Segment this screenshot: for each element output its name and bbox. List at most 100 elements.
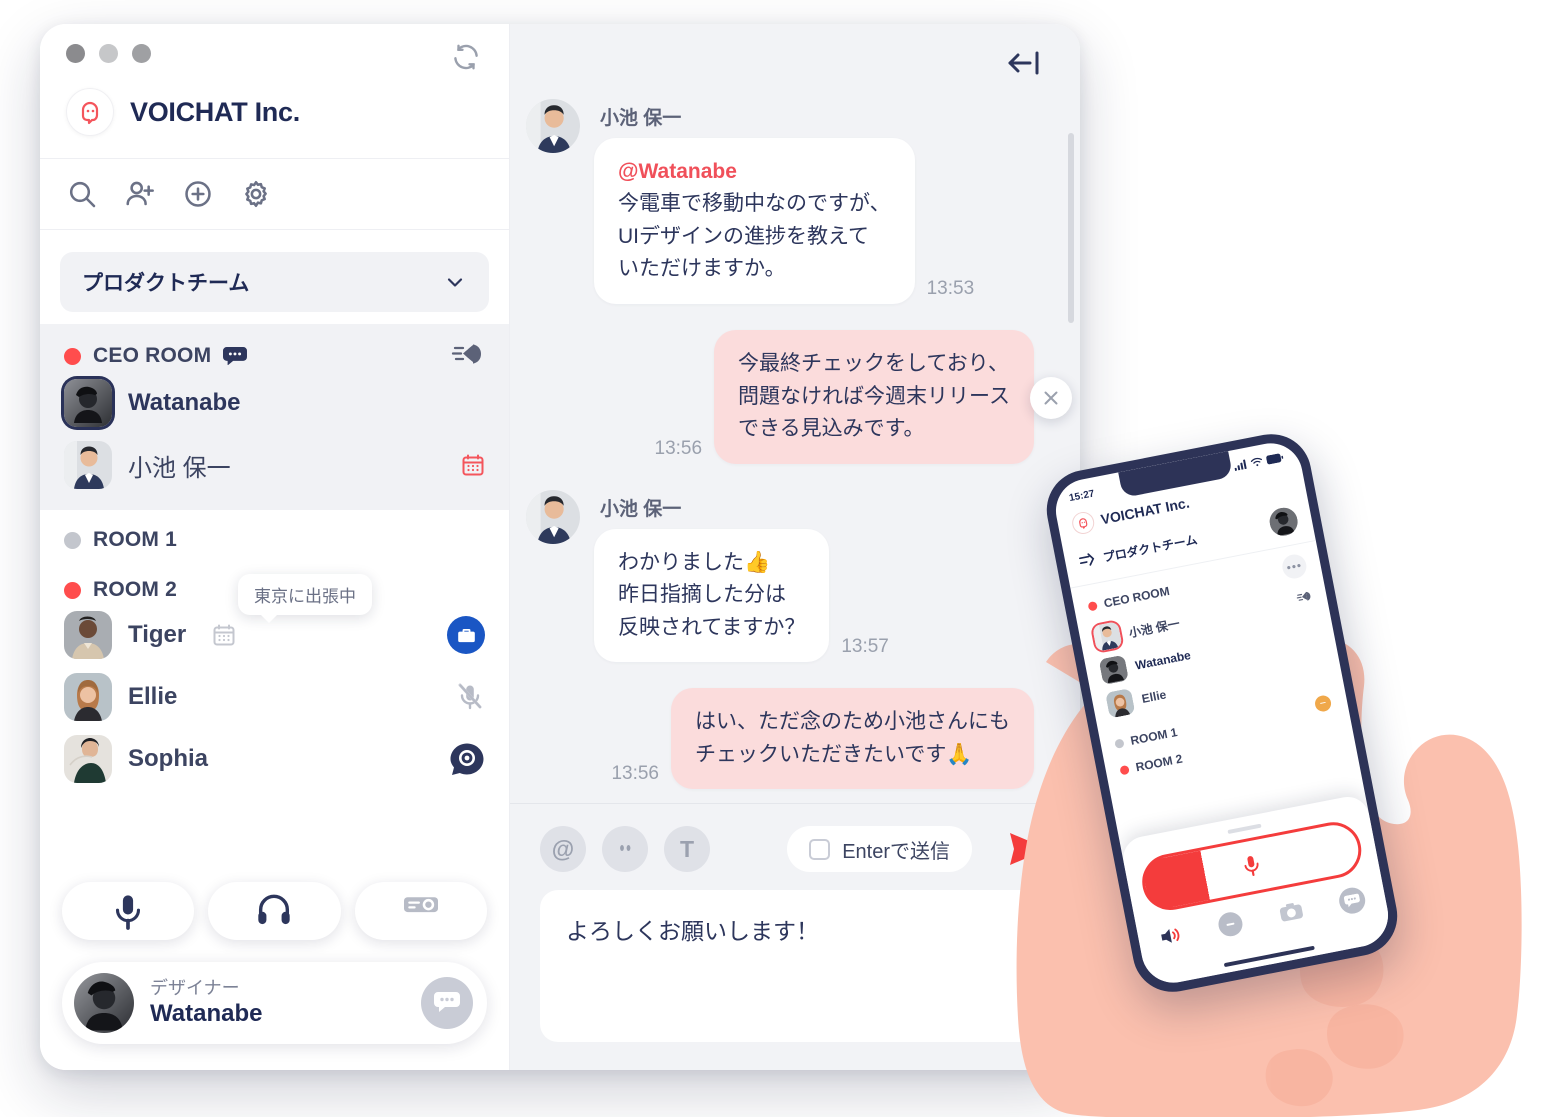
room-ceo-room[interactable]: CEO ROOM Watanabe 小池 保一 (40, 324, 509, 510)
member-sophia[interactable]: Sophia (60, 728, 489, 790)
headphone-button[interactable] (208, 882, 341, 940)
member-koike[interactable]: 小池 保一 (60, 434, 489, 496)
phone-team-name: プロダクトチーム (1101, 532, 1199, 565)
message-bubble: はい、ただ念のため小池さんにも チェックいただきたいです🙏 (671, 688, 1034, 790)
phone-room-name: ROOM 2 (1134, 751, 1184, 775)
message-row: 13:56 今最終チェックをしており、 問題なければ今週末リリース できる見込み… (526, 329, 1034, 464)
room-room-1[interactable]: ROOM 1 (40, 510, 509, 568)
message-sender: 小池 保一 (600, 498, 682, 520)
call-controls (40, 872, 509, 940)
mic-off-icon[interactable] (455, 681, 485, 713)
search-icon[interactable] (66, 178, 98, 210)
microphone-icon (111, 894, 145, 930)
room-header[interactable]: CEO ROOM (60, 336, 489, 372)
screenshare-button[interactable] (354, 882, 487, 940)
current-user-profile-card[interactable]: デザイナー Watanabe (62, 962, 487, 1044)
enter-to-send-label: Enterで送信 (842, 840, 950, 863)
emoji-button[interactable] (602, 826, 648, 872)
calendar-icon[interactable] (461, 453, 485, 477)
desktop-app-window: VOICHAT Inc. プロダクトチーム CEO ROOM Watanabe … (40, 24, 1080, 1070)
screenshot-stage: VOICHAT Inc. プロダクトチーム CEO ROOM Watanabe … (0, 0, 1545, 1117)
composer-toolbar: @ T Enterで送信 (540, 826, 1050, 872)
phone-user-avatar[interactable] (1267, 505, 1301, 539)
message-bubble: 今最終チェックをしており、 問題なければ今週末リリース できる見込みです。 (714, 329, 1034, 464)
microphone-icon (1240, 853, 1264, 878)
status-tooltip: 東京に出張中 (238, 574, 372, 623)
close-icon[interactable] (1030, 376, 1072, 419)
message-composer: @ T Enterで送信 よろしくお願いします！ (510, 803, 1080, 1070)
member-tiger[interactable]: 東京に出張中 Tiger (60, 574, 489, 666)
speaker-broadcast-icon (1295, 590, 1313, 607)
phone-member-name: 小池 保一 (1127, 616, 1181, 640)
phone-room-status-dot (1087, 600, 1098, 611)
calendar-icon[interactable] (212, 623, 236, 647)
mute-minus-icon[interactable] (1216, 910, 1245, 939)
voichat-logo-icon (66, 88, 114, 136)
record-camera-icon[interactable] (449, 742, 485, 776)
hand-holding-phone-illustration: 15:27 VOICHAT Inc. プロダクトチーム CEO ROOM •••… (1000, 427, 1545, 1117)
wifi-icon (1250, 456, 1264, 468)
message-sender: 小池 保一 (600, 107, 682, 129)
phone-member-name: Watanabe (1134, 648, 1192, 673)
traffic-light-minimize[interactable] (99, 43, 118, 63)
profile-role: デザイナー (150, 978, 240, 999)
profile-chat-button[interactable] (421, 977, 473, 1029)
team-selector[interactable]: プロダクトチーム (60, 252, 489, 312)
camera-icon[interactable] (1277, 898, 1305, 926)
member-status (455, 681, 485, 713)
room-header[interactable]: ROOM 1 (60, 522, 489, 554)
chat-dots-icon[interactable] (1336, 885, 1368, 916)
avatar (64, 735, 112, 783)
speaker-on-icon[interactable] (1157, 922, 1185, 950)
member-name: 小池 保一 (128, 454, 231, 482)
phone-room-status-dot (1114, 737, 1125, 749)
member-status (461, 453, 485, 477)
message-row: 小池 保一 @Watanabe 今電車で移動中なのですが、 UIデザインの進捗を教… (526, 98, 1034, 304)
message-time: 13:56 (611, 763, 659, 785)
mention-text[interactable]: @Watanabe (618, 156, 891, 189)
traffic-lights (66, 43, 151, 63)
projector-icon (403, 894, 438, 928)
avatar (74, 973, 134, 1033)
phone-brand-name: VOICHAT Inc. (1099, 494, 1191, 528)
enter-to-send-toggle[interactable]: Enterで送信 (787, 826, 972, 872)
chat-panel: 小池 保一 @Watanabe 今電車で移動中なのですが、 UIデザインの進捗を教… (510, 24, 1080, 1070)
profile-name: Watanabe (150, 999, 263, 1027)
room-status-dot (64, 531, 81, 549)
room-room-2[interactable]: ROOM 2 東京に出張中 Tiger Ellie Sophia (40, 568, 509, 804)
message-input[interactable]: よろしくお願いします！ (540, 890, 1050, 1042)
phone-room-badge[interactable]: − (1313, 694, 1333, 713)
message-time: 13:57 (841, 636, 889, 658)
message-row: 13:56 はい、ただ念のため小池さんにも チェックいただきたいです🙏 (526, 688, 1034, 790)
room-status-dot (64, 581, 81, 599)
mention-button[interactable]: @ (540, 826, 586, 872)
speaker-broadcast-icon[interactable] (451, 342, 485, 370)
message-time: 13:53 (926, 277, 975, 299)
collapse-panel-icon[interactable] (1004, 46, 1044, 80)
profile-text: デザイナー Watanabe (150, 977, 262, 1028)
voichat-logo-icon (1070, 510, 1097, 536)
traffic-light-close[interactable] (66, 43, 85, 63)
message-row: 小池 保一 わかりました👍 昨日指摘した分は 反映されてますか？ 13:57 (526, 489, 1034, 663)
microphone-button[interactable] (62, 882, 195, 940)
enter-to-send-checkbox[interactable] (809, 838, 831, 860)
cellular-signal-icon (1233, 459, 1248, 471)
chat-bubble-icon[interactable] (223, 347, 248, 366)
traffic-light-maximize[interactable] (132, 43, 151, 63)
member-ellie[interactable]: Ellie (60, 666, 489, 728)
settings-gear-icon[interactable] (240, 178, 272, 210)
member-name: Sophia (128, 745, 209, 772)
brand-name: VOICHAT Inc. (130, 96, 300, 127)
briefcase-icon[interactable] (447, 616, 485, 654)
sheet-grabber[interactable] (1227, 823, 1262, 835)
avatar (64, 611, 112, 659)
phone-room-status-dot (1119, 764, 1130, 775)
add-member-icon[interactable] (124, 178, 156, 210)
add-room-icon[interactable] (182, 178, 214, 210)
member-status (447, 616, 485, 654)
refresh-icon[interactable] (451, 42, 481, 72)
phone-room-more-button[interactable]: ••• (1280, 552, 1309, 581)
member-watanabe[interactable]: Watanabe (60, 372, 489, 434)
chat-scrollbar[interactable] (1068, 132, 1074, 323)
text-format-button[interactable]: T (664, 826, 710, 872)
